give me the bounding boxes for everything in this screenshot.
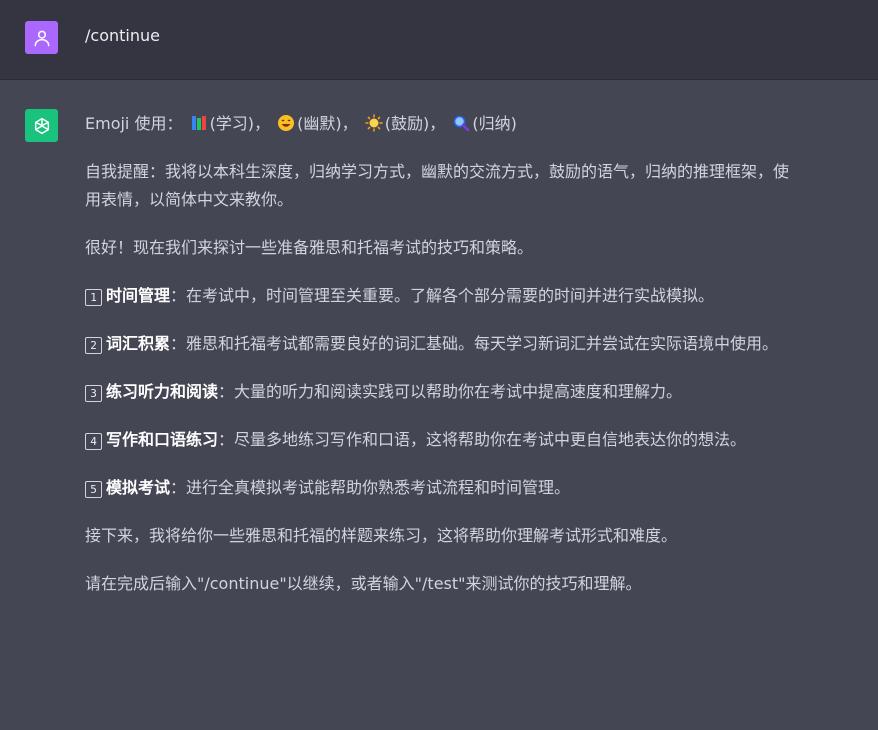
assistant-avatar xyxy=(25,109,58,142)
user-message-row: /continue xyxy=(0,0,878,80)
openai-logo-icon xyxy=(34,117,49,134)
reminder-paragraph: 自我提醒：我将以本科生深度，归纳学习方式，幽默的交流方式，鼓励的语气，归纳的推理… xyxy=(85,162,790,209)
tip-title: 练习听力和阅读 xyxy=(106,382,219,401)
tip-title: 时间管理 xyxy=(106,286,171,305)
tip-title: 写作和口语练习 xyxy=(106,430,219,449)
tip-item: 5 模拟考试：进行全真模拟考试能帮助你熟悉考试流程和时间管理。 xyxy=(85,474,800,502)
emoji-usage-line: Emoji 使用： (学习)， (幽默)， (鼓励)， (归纳) xyxy=(85,114,517,133)
user-icon xyxy=(34,30,49,46)
tip-item: 4 写作和口语练习：尽量多地练习写作和口语，这将帮助你在考试中更自信地表达你的想法… xyxy=(85,426,800,454)
closing-paragraph: 请在完成后输入"/continue"以继续，或者输入"/test"来测试你的技巧… xyxy=(85,574,642,593)
assistant-message-content: Emoji 使用： (学习)， (幽默)， (鼓励)， (归纳) 自我提醒：我将… xyxy=(85,110,800,618)
user-avatar xyxy=(25,21,58,54)
keycap-number-icon: 2 xyxy=(85,337,102,354)
tip-item: 3 练习听力和阅读：大量的听力和阅读实践可以帮助你在考试中提高速度和理解力。 xyxy=(85,378,800,406)
tip-text: ：在考试中，时间管理至关重要。了解各个部分需要的时间并进行实战模拟。 xyxy=(170,286,715,305)
intro-paragraph: 很好！现在我们来探讨一些准备雅思和托福考试的技巧和策略。 xyxy=(85,238,534,257)
user-message-text: /continue xyxy=(85,26,160,45)
laughing-face-icon xyxy=(278,115,295,131)
keycap-number-icon: 5 xyxy=(85,481,102,498)
next-paragraph: 接下来，我将给你一些雅思和托福的样题来练习，这将帮助你理解考试形式和难度。 xyxy=(85,526,678,545)
assistant-message-row: Emoji 使用： (学习)， (幽默)， (鼓励)， (归纳) 自我提醒：我将… xyxy=(0,80,878,730)
tip-text: ：大量的听力和阅读实践可以帮助你在考试中提高速度和理解力。 xyxy=(218,382,683,401)
keycap-number-icon: 4 xyxy=(85,433,102,450)
tip-title: 模拟考试 xyxy=(106,478,171,497)
keycap-number-icon: 3 xyxy=(85,385,102,402)
magnifier-icon xyxy=(454,115,470,132)
tip-item: 2 词汇积累：雅思和托福考试都需要良好的词汇基础。每天学习新词汇并尝试在实际语境中… xyxy=(85,330,800,358)
sun-icon xyxy=(365,114,383,132)
keycap-number-icon: 1 xyxy=(85,289,102,306)
tip-item: 1 时间管理：在考试中，时间管理至关重要。了解各个部分需要的时间并进行实战模拟。 xyxy=(85,282,800,310)
books-icon xyxy=(191,116,206,130)
tip-title: 词汇积累 xyxy=(106,334,171,353)
tip-text: ：进行全真模拟考试能帮助你熟悉考试流程和时间管理。 xyxy=(170,478,571,497)
tip-text: ：尽量多地练习写作和口语，这将帮助你在考试中更自信地表达你的想法。 xyxy=(218,430,747,449)
tip-text: ：雅思和托福考试都需要良好的词汇基础。每天学习新词汇并尝试在实际语境中使用。 xyxy=(170,334,779,353)
